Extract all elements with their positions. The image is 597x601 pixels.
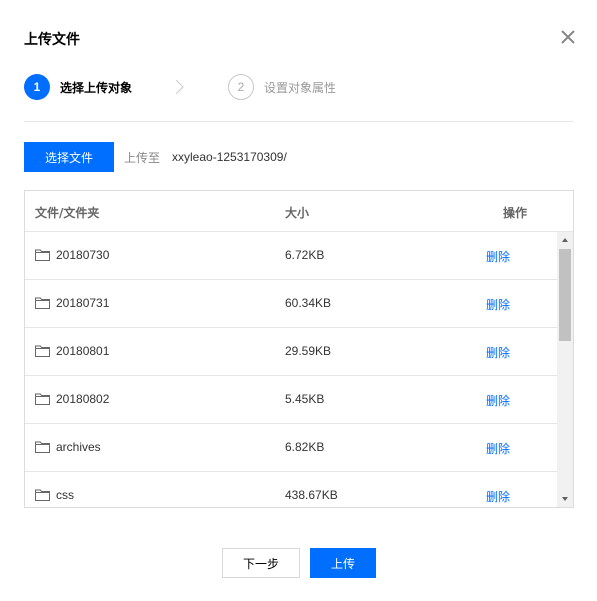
upload-file-dialog: 上传文件 1 选择上传对象 2 设置对象属性 选择文件 上传至 xxyleao-… xyxy=(0,0,597,601)
delete-link[interactable]: 删除 xyxy=(486,392,510,409)
table-row: 20180731 60.34KB 删除 xyxy=(25,280,557,328)
folder-icon xyxy=(35,393,50,405)
column-header-size: 大小 xyxy=(285,206,310,220)
step-2: 2 设置对象属性 xyxy=(228,74,336,100)
column-header-action: 操作 xyxy=(503,206,528,220)
next-step-button[interactable]: 下一步 xyxy=(222,548,300,578)
table-row: 20180730 6.72KB 删除 xyxy=(25,232,557,280)
step-2-label: 设置对象属性 xyxy=(264,80,337,95)
file-name: 20180731 xyxy=(56,296,110,310)
delete-link[interactable]: 删除 xyxy=(486,344,510,361)
delete-link[interactable]: 删除 xyxy=(486,248,510,265)
table-row: 20180802 5.45KB 删除 xyxy=(25,376,557,424)
file-name: 20180730 xyxy=(56,248,110,262)
vertical-scrollbar[interactable] xyxy=(557,232,573,507)
upload-bar: 选择文件 上传至 xxyleao-1253170309/ xyxy=(24,142,584,172)
table-body: 20180730 6.72KB 删除 20180731 60.34KB 删除 2… xyxy=(25,232,557,507)
file-name: css xyxy=(56,488,74,502)
folder-icon xyxy=(35,297,50,309)
table-row: archives 6.82KB 删除 xyxy=(25,424,557,472)
file-name: archives xyxy=(56,440,101,454)
file-table: 文件/文件夹 大小 操作 20180730 6.72KB 删除 20180731… xyxy=(24,190,574,508)
divider xyxy=(24,121,573,122)
close-icon[interactable] xyxy=(558,27,578,47)
scrollbar-thumb[interactable] xyxy=(559,249,571,341)
step-1: 1 选择上传对象 xyxy=(24,74,132,100)
step-indicator: 1 选择上传对象 2 设置对象属性 xyxy=(24,74,584,100)
file-name: 20180801 xyxy=(56,344,110,358)
delete-link[interactable]: 删除 xyxy=(486,488,510,505)
file-size: 6.72KB xyxy=(285,248,325,262)
file-name: 20180802 xyxy=(56,392,110,406)
table-header: 文件/文件夹 大小 操作 xyxy=(25,191,573,232)
upload-to-label: 上传至 xyxy=(124,150,161,165)
folder-icon xyxy=(35,441,50,453)
folder-icon xyxy=(35,489,50,501)
column-header-name: 文件/文件夹 xyxy=(35,206,100,220)
file-size: 438.67KB xyxy=(285,488,338,502)
scroll-up-arrow-icon[interactable] xyxy=(557,232,573,248)
delete-link[interactable]: 删除 xyxy=(486,296,510,313)
folder-icon xyxy=(35,345,50,357)
table-row: 20180801 29.59KB 删除 xyxy=(25,328,557,376)
dialog-footer: 下一步 上传 xyxy=(0,548,597,578)
upload-path: xxyleao-1253170309/ xyxy=(172,150,287,164)
scroll-down-arrow-icon[interactable] xyxy=(557,491,573,507)
file-size: 60.34KB xyxy=(285,296,332,310)
file-size: 29.59KB xyxy=(285,344,332,358)
table-row: css 438.67KB 删除 xyxy=(25,472,557,507)
delete-link[interactable]: 删除 xyxy=(486,440,510,457)
folder-icon xyxy=(35,249,50,261)
file-size: 6.82KB xyxy=(285,440,325,454)
dialog-title: 上传文件 xyxy=(24,32,80,48)
file-size: 5.45KB xyxy=(285,392,325,406)
chevron-right-icon xyxy=(174,78,186,96)
select-file-button[interactable]: 选择文件 xyxy=(24,142,114,172)
step-1-label: 选择上传对象 xyxy=(60,80,133,95)
step-2-number: 2 xyxy=(228,74,254,100)
upload-button[interactable]: 上传 xyxy=(310,548,376,578)
step-1-number: 1 xyxy=(24,74,50,100)
